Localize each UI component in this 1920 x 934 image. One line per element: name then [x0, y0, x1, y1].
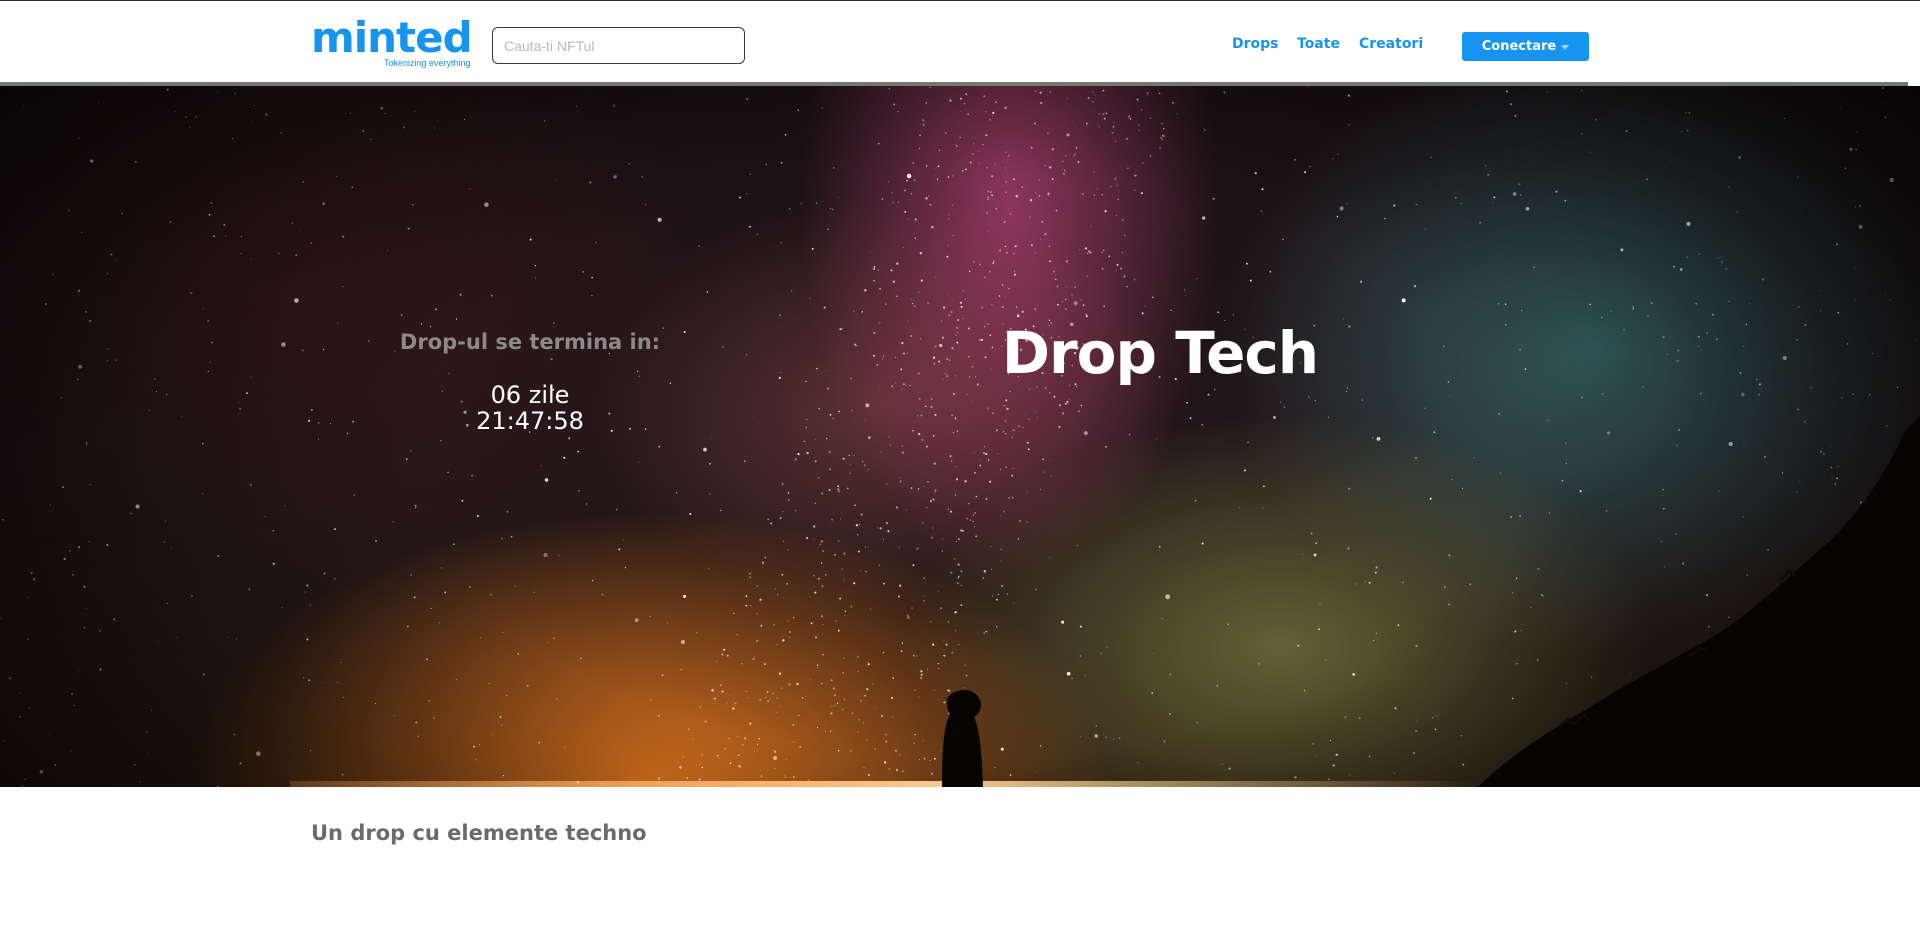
- hill-silhouette: [1478, 416, 1920, 787]
- page: minted Tokenizing everything Drops Toate…: [0, 0, 1920, 934]
- drop-description: Un drop cu elemente techno: [311, 821, 647, 845]
- countdown-time: 21:47:58: [476, 407, 584, 435]
- nav-drops-link[interactable]: Drops: [1232, 36, 1279, 52]
- connect-button-label: Conectare: [1481, 39, 1557, 54]
- caret-down-icon: [1561, 45, 1570, 50]
- minted-logo[interactable]: minted Tokenizing everything: [311, 17, 473, 71]
- landscape-silhouette: [942, 416, 1920, 787]
- logo-tagline: Tokenizing everything: [384, 58, 471, 68]
- hero-banner: Drop-ul se termina in: 06 zile 21:47:58 …: [0, 86, 1920, 787]
- connect-button[interactable]: Conectare: [1462, 32, 1589, 61]
- nav-toate-link[interactable]: Toate: [1297, 36, 1340, 52]
- logo-wordmark: minted: [311, 13, 473, 62]
- countdown-label: Drop-ul se termina in:: [399, 330, 661, 354]
- nav-creatori-link[interactable]: Creatori: [1359, 36, 1423, 52]
- top-navbar: minted Tokenizing everything Drops Toate…: [0, 1, 1920, 82]
- person-silhouette: [942, 690, 983, 787]
- countdown-days: 06 zile: [490, 381, 570, 409]
- search-input[interactable]: [492, 27, 745, 64]
- drop-title: Drop Tech: [1001, 319, 1319, 387]
